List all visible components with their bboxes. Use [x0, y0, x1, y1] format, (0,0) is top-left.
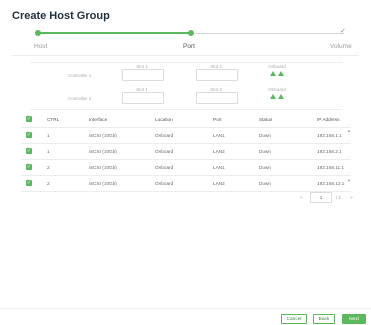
- controller-1-onboard-ports-icon[interactable]: [269, 70, 285, 76]
- cancel-button[interactable]: Cancel: [281, 314, 307, 324]
- prev-page-icon[interactable]: <: [300, 195, 303, 200]
- stepper-progress-pending: [191, 32, 344, 34]
- header-divider: [12, 55, 359, 56]
- scroll-up-icon[interactable]: ▲: [347, 128, 351, 133]
- controller-2-slot-a[interactable]: [122, 92, 164, 104]
- cell-port: LAN2: [213, 181, 225, 186]
- cell-ctrl: 1: [47, 133, 50, 138]
- controller-2-onboard-label: Onboard: [268, 87, 286, 92]
- cell-ctrl: 2: [47, 181, 50, 186]
- cell-interface: iSCSI (10Gb): [89, 181, 117, 186]
- page-number-input[interactable]: 1: [310, 192, 332, 203]
- stepper-progress-done: [38, 32, 191, 34]
- back-button[interactable]: Back: [313, 314, 335, 324]
- wizard-stepper: ✓: [35, 28, 346, 36]
- select-all-checkbox[interactable]: ✓: [26, 116, 32, 122]
- cell-status: Down: [259, 165, 271, 170]
- table-header-row: ✓ CTRL Interface Location Port Status IP…: [21, 112, 351, 128]
- col-header-status: Status: [259, 117, 273, 122]
- cell-ip: 192.168.2.1: [317, 149, 342, 154]
- step-check-icon: ✓: [340, 28, 346, 35]
- cell-ctrl: 2: [47, 165, 50, 170]
- cell-ip: 192.168.12.1: [317, 181, 345, 186]
- col-header-interface: Interface: [89, 117, 108, 122]
- col-header-location: Location: [155, 117, 173, 122]
- cell-port: LAN1: [213, 133, 225, 138]
- next-page-icon[interactable]: >: [350, 195, 353, 200]
- cell-interface: iSCSI (10Gb): [89, 133, 117, 138]
- cell-port: LAN2: [213, 149, 225, 154]
- row-checkbox[interactable]: ✓: [26, 132, 32, 138]
- step-dot-host: [35, 30, 41, 36]
- cell-location: Onboard: [155, 181, 174, 186]
- controller-2-label: Controller 2: [68, 96, 92, 101]
- col-header-ip: IP Address: [317, 117, 340, 122]
- cell-status: Down: [259, 133, 271, 138]
- page-count-label: / 1: [336, 195, 342, 200]
- dialog-title: Create Host Group: [12, 10, 110, 22]
- table-row[interactable]: ✓ 2 iSCSI (10Gb) Onboard LAN2 Down 192.1…: [21, 176, 351, 192]
- col-header-port: Port: [213, 117, 222, 122]
- next-button[interactable]: Next: [342, 314, 366, 324]
- cell-interface: iSCSI (10Gb): [89, 149, 117, 154]
- cell-status: Down: [259, 149, 271, 154]
- step-label-port[interactable]: Port: [183, 43, 195, 50]
- step-dot-port: [188, 30, 194, 36]
- cell-location: Onboard: [155, 149, 174, 154]
- controller-slot-panel: Controller 1 Slot 1 Slot 2 Onboard Contr…: [30, 62, 342, 110]
- controller-1-slot-b[interactable]: [196, 69, 238, 81]
- cell-port: LAN1: [213, 165, 225, 170]
- step-label-host[interactable]: Host: [34, 43, 47, 50]
- controller-2-onboard-ports-icon[interactable]: [269, 93, 285, 99]
- cell-interface: iSCSI (10Gb): [89, 165, 117, 170]
- cell-ctrl: 1: [47, 149, 50, 154]
- cell-ip: 192.168.11.1: [317, 165, 345, 170]
- scroll-down-icon[interactable]: ▼: [347, 178, 351, 183]
- table-row[interactable]: ✓ 1 iSCSI (10Gb) Onboard LAN2 Down 192.1…: [21, 144, 351, 160]
- col-header-ctrl: CTRL: [47, 117, 60, 122]
- row-checkbox[interactable]: ✓: [26, 180, 32, 186]
- cell-location: Onboard: [155, 165, 174, 170]
- row-checkbox[interactable]: ✓: [26, 148, 32, 154]
- cell-location: Onboard: [155, 133, 174, 138]
- row-checkbox[interactable]: ✓: [26, 164, 32, 170]
- controller-2-slot-b[interactable]: [196, 92, 238, 104]
- controller-1-label: Controller 1: [68, 73, 92, 78]
- create-host-group-dialog: Create Host Group ✓ Host Port Volume Con…: [0, 0, 371, 325]
- table-scrollbar[interactable]: ▲ ▼: [347, 128, 351, 184]
- cell-status: Down: [259, 181, 271, 186]
- step-label-volume[interactable]: Volume: [330, 43, 352, 50]
- footer-divider: [0, 308, 371, 309]
- table-row[interactable]: ✓ 2 iSCSI (10Gb) Onboard LAN1 Down 192.1…: [21, 160, 351, 176]
- cell-ip: 192.168.1.1: [317, 133, 342, 138]
- controller-1-onboard-label: Onboard: [268, 64, 286, 69]
- table-row[interactable]: ✓ 1 iSCSI (10Gb) Onboard LAN1 Down 192.1…: [21, 128, 351, 144]
- controller-1-slot-a[interactable]: [122, 69, 164, 81]
